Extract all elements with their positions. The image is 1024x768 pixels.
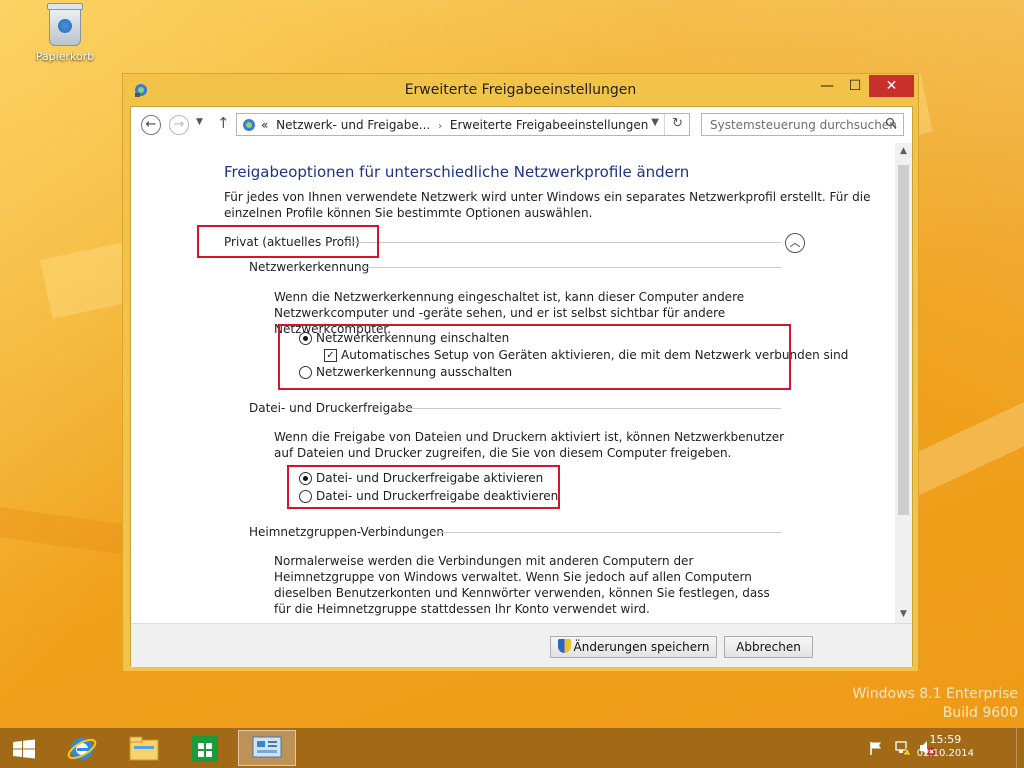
chevron-up-icon[interactable]: ︿: [785, 233, 805, 253]
up-button[interactable]: ↑: [217, 114, 230, 132]
window-client-area: ← → ▼ ↑ « Netzwerk- und Freigabe... › Er…: [130, 106, 913, 667]
network-status-icon[interactable]: [895, 739, 913, 757]
action-center-flag-icon[interactable]: [868, 740, 884, 756]
window-title: Erweiterte Freigabeeinstellungen: [404, 82, 637, 98]
recent-pages-dropdown[interactable]: ▼: [196, 117, 203, 127]
intro-text: Für jedes von Ihnen verwendete Netzwerk …: [224, 190, 871, 220]
back-button[interactable]: ←: [141, 115, 161, 135]
breadcrumb-overflow[interactable]: «: [261, 118, 268, 132]
section-divider: [431, 532, 781, 533]
title-bar[interactable]: Erweiterte Freigabeeinstellungen — ☐ ✕: [123, 74, 918, 106]
desktop-icon-recycle-bin[interactable]: Papierkorb: [30, 3, 100, 63]
clock-time: 15:59: [929, 733, 962, 746]
taskbar-file-explorer[interactable]: [119, 730, 169, 766]
vertical-scrollbar[interactable]: ▲ ▼: [895, 143, 912, 623]
maximize-button[interactable]: ☐: [841, 75, 869, 97]
search-input[interactable]: Systemsteuerung durchsuchen: [701, 113, 904, 136]
forward-button[interactable]: →: [169, 115, 189, 135]
scrollbar-thumb[interactable]: [898, 165, 909, 515]
breadcrumb-separator[interactable]: ›: [438, 121, 442, 132]
highlight-box-discovery: [278, 324, 791, 390]
taskbar-control-panel[interactable]: [238, 730, 296, 766]
save-changes-label: Änderungen speichern: [573, 640, 710, 654]
navigation-bar: ← → ▼ ↑ « Netzwerk- und Freigabe... › Er…: [131, 107, 912, 143]
taskbar-store[interactable]: [180, 730, 230, 766]
close-button[interactable]: ✕: [869, 75, 914, 97]
highlight-box-file-sharing: [287, 465, 560, 509]
minimize-button[interactable]: —: [813, 75, 841, 97]
search-icon[interactable]: [885, 117, 897, 129]
address-divider: [664, 114, 665, 135]
section-title-file-sharing: Datei- und Druckerfreigabe: [249, 401, 413, 415]
section-title-homegroup: Heimnetzgruppen-Verbindungen: [249, 525, 445, 539]
recycle-bin-icon: [47, 3, 83, 46]
section-divider: [395, 408, 781, 409]
start-icon: [13, 739, 35, 759]
dialog-footer: Änderungen speichern Abbrechen: [131, 623, 912, 667]
breadcrumb-current[interactable]: Erweiterte Freigabeeinstellungen: [450, 118, 649, 132]
breadcrumb-network-center[interactable]: Netzwerk- und Freigabe...: [276, 118, 430, 132]
settings-content: Freigabeoptionen für unterschiedliche Ne…: [131, 143, 897, 623]
show-desktop-button[interactable]: [1016, 728, 1024, 768]
advanced-sharing-window: Erweiterte Freigabeeinstellungen — ☐ ✕ ←…: [122, 73, 919, 672]
address-bar[interactable]: « Netzwerk- und Freigabe... › Erweiterte…: [236, 113, 690, 136]
watermark-edition: Windows 8.1 Enterprise: [852, 686, 1018, 702]
network-icon: [243, 119, 255, 131]
taskbar-internet-explorer[interactable]: [57, 730, 107, 766]
cancel-button[interactable]: Abbrechen: [724, 636, 813, 658]
search-placeholder: Systemsteuerung durchsuchen: [710, 118, 897, 132]
breadcrumb: « Netzwerk- und Freigabe... › Erweiterte…: [261, 118, 648, 132]
page-title: Freigabeoptionen für unterschiedliche Ne…: [224, 163, 690, 181]
internet-explorer-icon: [67, 738, 97, 760]
watermark-build: Build 9600: [942, 705, 1018, 721]
store-icon: [192, 736, 218, 762]
control-panel-icon: [252, 736, 282, 758]
os-watermark: Windows 8.1 Enterprise Build 9600: [852, 685, 1018, 723]
file-explorer-icon: [129, 736, 159, 761]
clock-date: 02.10.2014: [916, 748, 974, 759]
start-button[interactable]: [0, 730, 50, 766]
taskbar-clock[interactable]: 15:59 02.10.2014: [917, 733, 974, 761]
recycle-bin-label: Papierkorb: [35, 50, 95, 63]
file-sharing-description: Wenn die Freigabe von Dateien und Drucke…: [274, 430, 785, 460]
refresh-icon[interactable]: ↻: [672, 116, 683, 131]
section-title-discovery: Netzwerkerkennung: [249, 260, 370, 274]
section-divider: [363, 267, 781, 268]
homegroup-description: Normalerweise werden die Verbindungen mi…: [274, 554, 770, 616]
highlight-box-profile: [197, 225, 379, 258]
save-changes-button[interactable]: Änderungen speichern: [550, 636, 717, 658]
uac-shield-icon: [557, 639, 571, 653]
profile-divider: [344, 242, 781, 243]
scroll-up-icon[interactable]: ▲: [895, 143, 912, 160]
scroll-down-icon[interactable]: ▼: [895, 606, 912, 623]
address-dropdown-icon[interactable]: ▼: [651, 117, 659, 128]
